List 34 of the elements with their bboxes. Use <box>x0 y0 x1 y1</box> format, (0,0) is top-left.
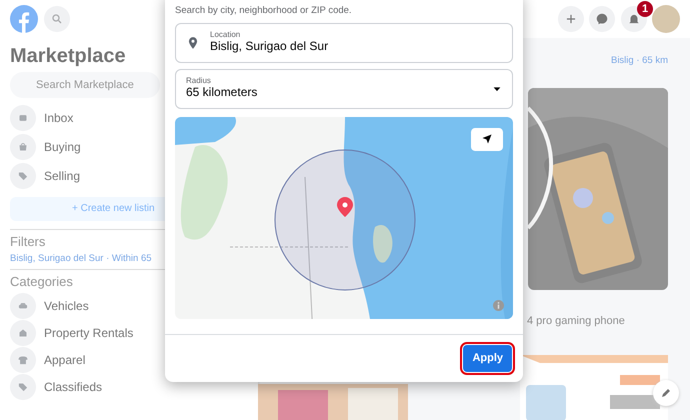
section-heading: Filters <box>10 234 46 250</box>
page-title: Marketplace <box>10 44 126 68</box>
notification-badge: 1 <box>637 1 653 17</box>
compose-button[interactable] <box>653 380 679 406</box>
field-value: Bislig, Surigao del Sur <box>210 39 328 56</box>
filter-link[interactable]: Bislig, Surigao del Sur · Within 65 <box>10 252 152 266</box>
menu-item[interactable]: Buying <box>44 138 81 156</box>
field-label: Location <box>210 31 242 40</box>
menu-item[interactable]: Property Rentals <box>44 324 134 342</box>
search-icon <box>50 13 62 25</box>
field-label: Radius <box>186 76 212 85</box>
apply-button[interactable]: Apply <box>463 345 512 372</box>
menu-item[interactable]: Vehicles <box>44 296 89 314</box>
menu-item[interactable]: Selling <box>44 167 80 185</box>
navigation-arrow-icon <box>481 133 493 146</box>
radius-select[interactable]: Radius 65 kilometers <box>175 68 513 109</box>
hint-text: Search by city, neighborhood or ZIP code. <box>175 4 353 18</box>
messenger-icon <box>595 12 609 26</box>
menu-item[interactable]: Apparel <box>44 350 86 368</box>
bell-icon <box>626 12 640 26</box>
search-field[interactable]: Search Marketplace <box>10 72 160 98</box>
menu-item[interactable]: Classifieds <box>44 378 102 396</box>
field-value: 65 kilometers <box>186 84 258 101</box>
menu-item[interactable]: Inbox <box>44 109 74 127</box>
plus-button[interactable] <box>558 6 584 32</box>
location-field[interactable]: Location Bislig, Surigao del Sur <box>175 23 513 64</box>
map-pin-icon <box>337 196 353 217</box>
location-pin-icon <box>186 36 200 50</box>
avatar <box>652 5 680 33</box>
messenger-button[interactable] <box>589 6 615 32</box>
listing-title: 4 pro gaming phone <box>527 314 625 329</box>
locate-me-button[interactable] <box>471 128 503 151</box>
edit-icon <box>660 387 672 399</box>
section-heading: Categories <box>10 274 73 290</box>
